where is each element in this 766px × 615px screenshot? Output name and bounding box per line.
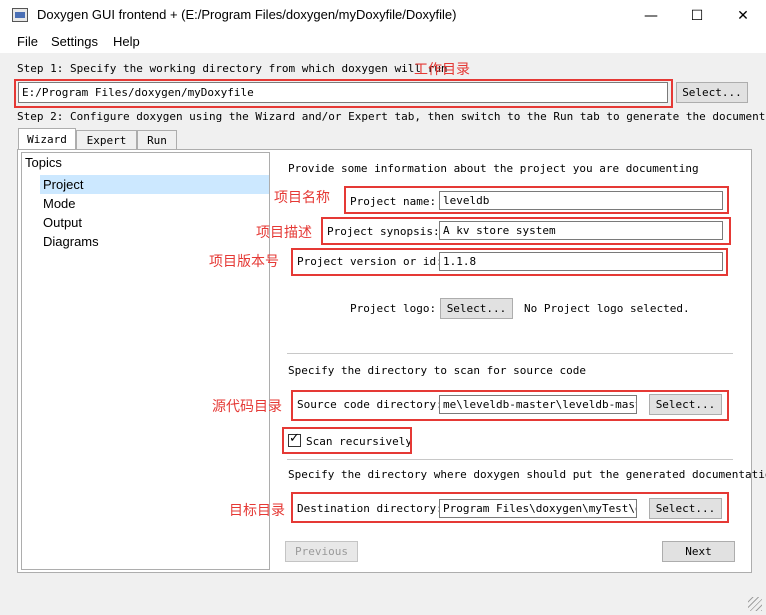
project-logo-status: No Project logo selected. (524, 302, 690, 315)
maximize-icon[interactable]: ☐ (674, 0, 720, 31)
source-dir-highlight (291, 390, 729, 421)
working-dir-select-button[interactable]: Select... (676, 82, 748, 103)
close-icon[interactable]: ✕ (720, 0, 766, 31)
resize-grip-icon[interactable] (748, 597, 762, 611)
project-logo-label: Project logo: (350, 302, 437, 315)
step2-label: Step 2: Configure doxygen using the Wiza… (17, 110, 766, 123)
project-name-annotation: 项目名称 (274, 190, 330, 206)
destination-annotation: 目标目录 (229, 503, 285, 519)
destination-intro: Specify the directory where doxygen shou… (288, 468, 766, 481)
app-icon (12, 8, 28, 22)
divider (287, 353, 733, 354)
project-synopsis-highlight (321, 217, 731, 245)
destination-highlight (291, 492, 729, 523)
step1-label: Step 1: Specify the working directory fr… (17, 62, 448, 75)
topic-output[interactable]: Output (40, 215, 82, 230)
previous-button[interactable]: Previous (285, 541, 358, 562)
topic-project[interactable]: Project (40, 177, 83, 192)
project-logo-select-button[interactable]: Select... (440, 298, 513, 319)
window-title: Doxygen GUI frontend + (E:/Program Files… (37, 7, 457, 22)
project-version-annotation: 项目版本号 (209, 254, 279, 270)
project-intro: Provide some information about the proje… (288, 162, 699, 175)
source-dir-annotation: 源代码目录 (212, 399, 282, 415)
tab-run[interactable]: Run (137, 130, 177, 149)
tab-expert[interactable]: Expert (76, 130, 137, 149)
minimize-icon[interactable]: — (628, 0, 674, 31)
project-name-highlight (344, 186, 729, 214)
menu-settings[interactable]: Settings (51, 34, 98, 49)
menu-file[interactable]: File (17, 34, 38, 49)
project-version-highlight (291, 248, 728, 276)
working-dir-annotation: 工作目录 (414, 62, 470, 78)
topic-mode[interactable]: Mode (40, 196, 76, 211)
menu-help[interactable]: Help (113, 34, 140, 49)
source-intro: Specify the directory to scan for source… (288, 364, 587, 377)
tab-wizard[interactable]: Wizard (18, 128, 76, 150)
project-synopsis-annotation: 项目描述 (256, 225, 312, 241)
next-button[interactable]: Next (662, 541, 735, 562)
topics-header: Topics (25, 155, 62, 170)
topic-diagrams[interactable]: Diagrams (40, 234, 99, 249)
scan-recursively-highlight (282, 427, 412, 454)
divider (287, 459, 733, 460)
working-dir-highlight (14, 79, 673, 108)
